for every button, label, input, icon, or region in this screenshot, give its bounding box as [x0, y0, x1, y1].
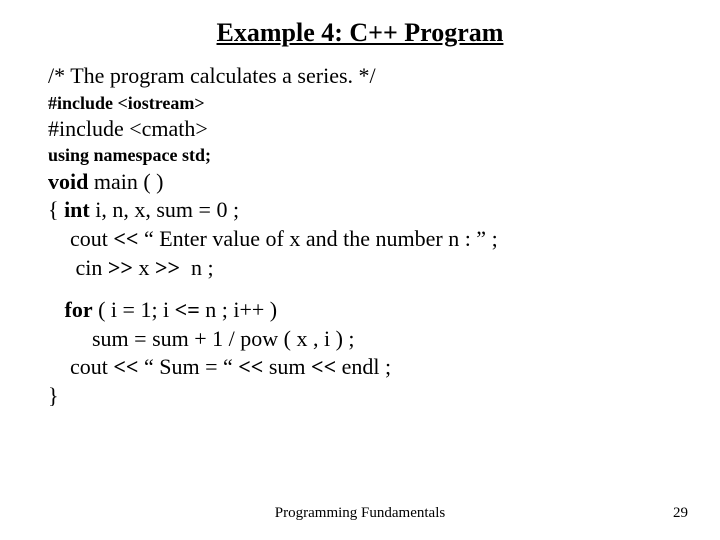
cout1-c: “ Enter value of x and the number n : ” … [138, 226, 497, 251]
kw-int: int [64, 197, 90, 222]
footer-title: Programming Fundamentals [0, 505, 720, 522]
page-number: 29 [673, 505, 688, 522]
code-line-using: using namespace std; [48, 143, 672, 167]
cout2-c: “ Sum = “ [138, 354, 238, 379]
main-decl: main ( ) [88, 169, 163, 194]
cout2-e: sum [263, 354, 311, 379]
code-line-cout2: cout << “ Sum = “ << sum << endl ; [48, 353, 672, 382]
kw-void: void [48, 169, 88, 194]
cout2-a: cout [48, 354, 113, 379]
slide: Example 4: C++ Program /* The program ca… [0, 0, 720, 540]
op-ltlt-4: << [311, 354, 336, 379]
code-line-cin: cin >> x >> n ; [48, 254, 672, 283]
brace-open: { [48, 197, 64, 222]
op-gtgt-2: >> [155, 255, 180, 280]
op-gtgt-1: >> [108, 255, 133, 280]
op-ltlt-1: << [113, 226, 138, 251]
for-indent [48, 297, 65, 322]
slide-title: Example 4: C++ Program [48, 18, 672, 48]
kw-for: for [65, 297, 93, 322]
cout1-a: cout [48, 226, 113, 251]
cin-a: cin [48, 255, 108, 280]
code-line-for: for ( i = 1; i <= n ; i++ ) [48, 296, 672, 325]
code-line-sum: sum = sum + 1 / pow ( x , i ) ; [48, 325, 672, 354]
for-e: n ; i++ ) [200, 297, 277, 322]
cin-c: x [133, 255, 155, 280]
code-line-decl: { int i, n, x, sum = 0 ; [48, 196, 672, 225]
op-le: <= [175, 297, 200, 322]
code-line-cout1: cout << “ Enter value of x and the numbe… [48, 225, 672, 254]
cout2-g: endl ; [336, 354, 391, 379]
code-line-include-2: #include <cmath> [48, 115, 672, 144]
code-line-main: void main ( ) [48, 168, 672, 197]
op-ltlt-2: << [113, 354, 138, 379]
code-line-include-1: #include <iostream> [48, 91, 672, 115]
vars: i, n, x, sum = 0 ; [90, 197, 239, 222]
code-line-comment: /* The program calculates a series. */ [48, 62, 672, 91]
for-c: ( i = 1; i [93, 297, 175, 322]
code-line-close: } [48, 382, 672, 411]
cin-e: n ; [180, 255, 214, 280]
op-ltlt-3: << [238, 354, 263, 379]
